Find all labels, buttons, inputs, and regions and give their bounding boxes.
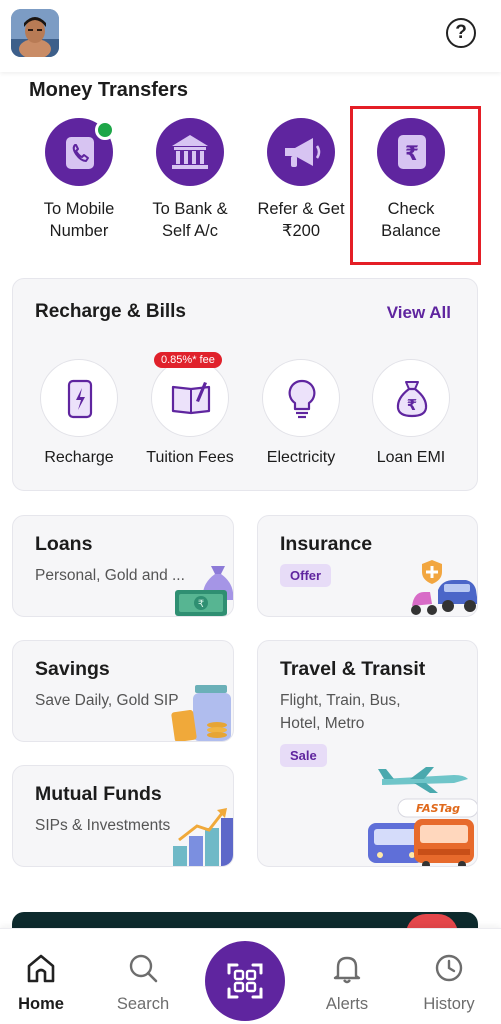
nav-home-label: Home: [18, 995, 64, 1013]
svg-text:₹: ₹: [198, 599, 204, 610]
svg-text:₹: ₹: [407, 396, 417, 414]
online-status-dot: [95, 120, 115, 140]
vehicle-insurance-icon: [411, 560, 477, 615]
savings-subtitle: Save Daily, Gold SIP: [35, 692, 179, 709]
insurance-tile[interactable]: Insurance Offer: [257, 515, 478, 617]
transport-icons: FASTag: [368, 767, 477, 866]
book-icon: [151, 359, 229, 437]
fee-badge: 0.85%* fee: [154, 352, 222, 368]
nav-home[interactable]: Home: [0, 951, 86, 1014]
check-balance-highlight-box: [350, 106, 481, 265]
tuition-fees-button[interactable]: Tuition Fees: [138, 359, 242, 467]
electricity-button[interactable]: Electricity: [249, 359, 353, 467]
bank-icon: [156, 118, 224, 186]
nav-search-label: Search: [116, 995, 170, 1013]
refer-label-line1: Refer & Get: [257, 200, 345, 218]
nav-alerts-label: Alerts: [325, 995, 369, 1013]
megaphone-icon: [267, 118, 335, 186]
loan-emi-button[interactable]: ₹ Loan EMI: [359, 359, 463, 467]
fastag-text: FASTag: [416, 802, 460, 815]
bell-icon: [333, 956, 361, 984]
nav-alerts[interactable]: Alerts: [302, 951, 392, 1014]
electricity-label: Electricity: [266, 449, 336, 466]
bottom-navigation: Home Search Alerts History: [0, 928, 501, 1024]
savings-jar-icon: [171, 685, 231, 741]
profile-avatar[interactable]: [11, 9, 59, 57]
insurance-title: Insurance: [280, 533, 373, 555]
sale-badge: Sale: [280, 744, 327, 767]
savings-title: Savings: [35, 658, 110, 680]
recharge-bills-title: Recharge & Bills: [35, 301, 186, 322]
mutual-funds-tile[interactable]: Mutual Funds SIPs & Investments: [12, 765, 234, 867]
qr-scan-icon: [227, 963, 263, 999]
view-all-link[interactable]: View All: [387, 303, 451, 323]
tuition-fees-label: Tuition Fees: [146, 449, 234, 466]
to-mobile-label-line2: Number: [49, 222, 109, 240]
to-mobile-number-button[interactable]: To Mobile Number: [23, 118, 135, 242]
loans-subtitle: Personal, Gold and ...: [35, 567, 185, 584]
phone-icon: [45, 118, 115, 186]
top-bar: ?: [0, 0, 501, 72]
nav-history[interactable]: History: [404, 951, 494, 1014]
loan-emi-label: Loan EMI: [376, 449, 446, 466]
recharge-button[interactable]: Recharge: [27, 359, 131, 467]
home-icon: [27, 954, 55, 983]
savings-tile[interactable]: Savings Save Daily, Gold SIP: [12, 640, 234, 742]
help-icon[interactable]: ?: [446, 18, 476, 48]
growth-chart-icon: [173, 808, 233, 866]
refer-label-line2: ₹200: [281, 222, 321, 240]
travel-title: Travel & Transit: [280, 658, 426, 680]
search-icon: [129, 954, 158, 983]
cash-bundle-icon: ₹: [175, 566, 233, 616]
clock-icon: [435, 954, 463, 982]
nav-history-label: History: [423, 995, 475, 1013]
money-transfers-title: Money Transfers: [29, 79, 188, 101]
travel-transit-tile[interactable]: Travel & Transit Flight, Train, Bus, Hot…: [257, 640, 478, 867]
travel-subtitle: Flight, Train, Bus, Hotel, Metro: [280, 692, 401, 732]
mutual-funds-subtitle: SIPs & Investments: [35, 817, 171, 834]
recharge-label: Recharge: [44, 449, 114, 466]
to-bank-self-button[interactable]: To Bank & Self A/c: [134, 118, 246, 242]
offer-badge: Offer: [280, 564, 332, 587]
bulb-icon: [262, 359, 340, 437]
loans-title: Loans: [35, 533, 93, 555]
nav-search[interactable]: Search: [98, 951, 188, 1014]
refer-and-get-button[interactable]: Refer & Get ₹200: [245, 118, 357, 242]
to-bank-label-line1: To Bank &: [152, 200, 228, 218]
mutual-funds-title: Mutual Funds: [35, 783, 162, 805]
recharge-bills-card: Recharge & Bills View All Recharge Tuiti…: [12, 278, 478, 491]
qr-scan-button[interactable]: [205, 941, 285, 1021]
loans-tile[interactable]: Loans Personal, Gold and ... ₹: [12, 515, 234, 617]
to-mobile-label-line1: To Mobile: [43, 200, 115, 218]
to-bank-label-line2: Self A/c: [162, 222, 218, 240]
mobile-recharge-icon: [40, 359, 118, 437]
money-bag-icon: ₹: [372, 359, 450, 437]
